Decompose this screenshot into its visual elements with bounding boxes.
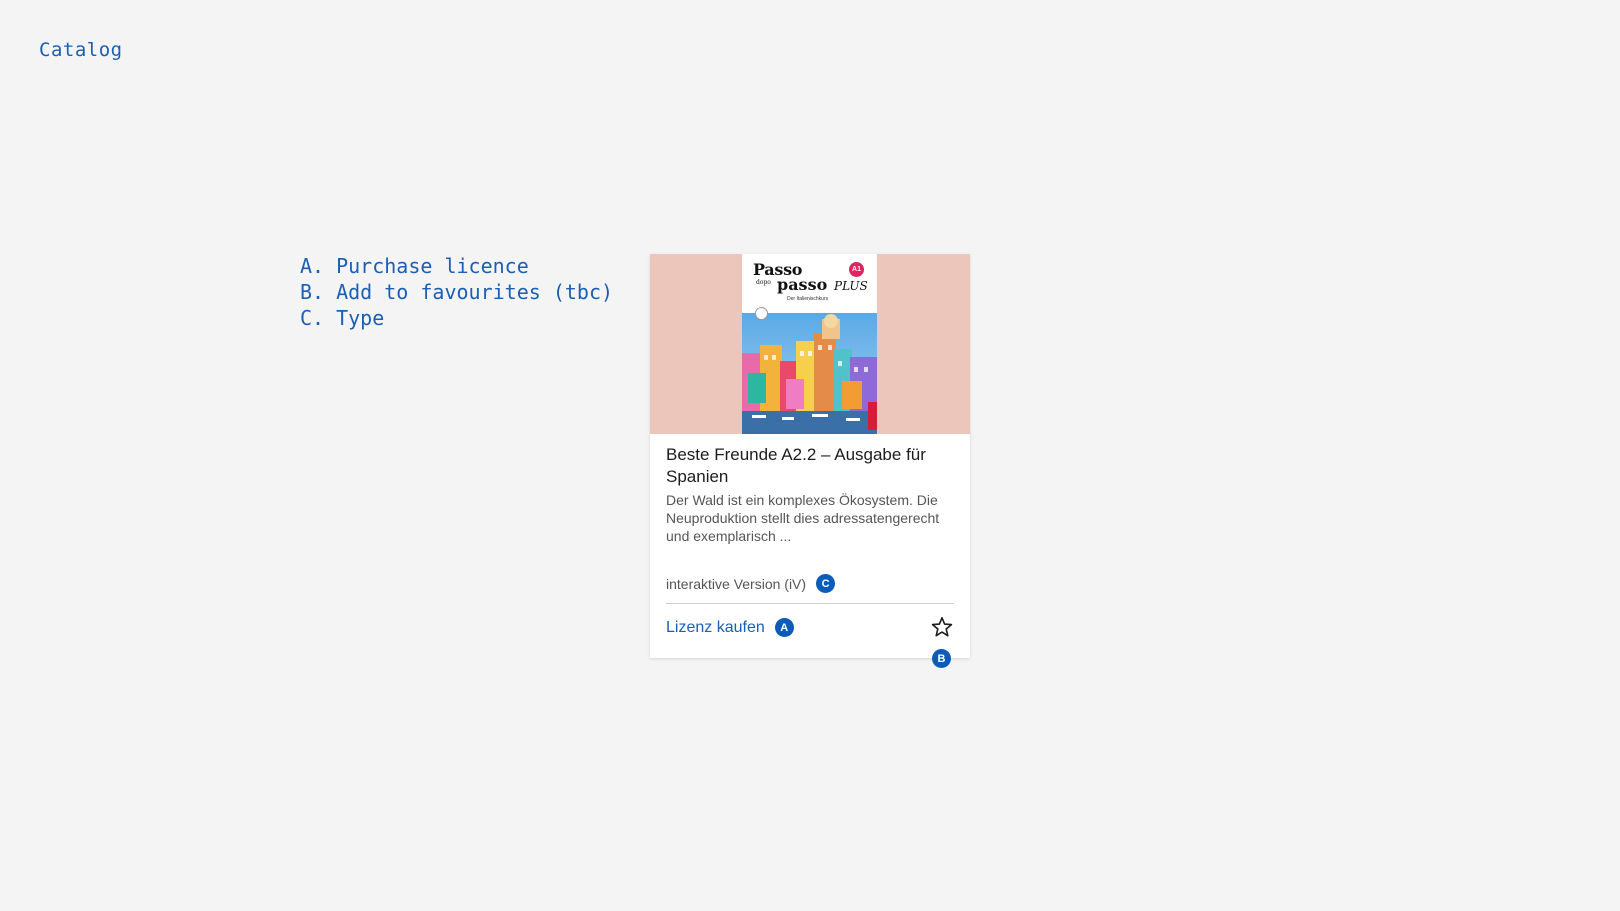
legend-text: Purchase licence [336,254,529,278]
annotation-marker-b: B [932,649,951,668]
annotation-marker-c: C [816,574,836,593]
cover-subtitle: Der Italienischkurs [787,296,829,302]
page-title: Catalog [39,39,123,61]
cover-edition: PLUS [834,279,868,293]
cover-icon [755,307,768,320]
legend-item-b: B. Add to favourites (tbc) [300,279,613,305]
add-to-favourites-button[interactable] [929,614,955,640]
purchase-licence-label: Lizenz kaufen [666,618,765,636]
legend-item-a: A. Purchase licence [300,253,613,279]
type-label: interaktive Version (iV) [666,575,807,592]
annotation-legend: A. Purchase licence B. Add to favourites (… [300,253,613,331]
cover-title: passo [777,275,828,294]
cover-title-small: dopo [756,279,771,286]
publisher-logo [868,402,877,430]
legend-marker: B. [300,280,325,304]
cover-level-badge: A1 [849,262,864,277]
cover-header: Passo dopo passo PLUS Der Italienischkur… [742,254,877,313]
product-type: interaktive Version (iV) C [666,574,836,593]
legend-marker: C. [300,306,325,330]
card-body: Beste Freunde A2.2 – Ausgabe für Spanien… [650,434,970,545]
legend-item-c: C. Type [300,305,613,331]
card-title[interactable]: Beste Freunde A2.2 – Ausgabe für Spanien [666,444,946,488]
star-outline-icon [931,617,953,637]
legend-text: Add to favourites (tbc) [336,280,614,304]
card-description: Der Wald ist ein komplexes Ökosystem. Di… [666,492,940,544]
cover-photo [742,313,877,434]
annotation-marker-a: A [774,618,794,637]
legend-text: Type [336,306,385,330]
divider [666,603,954,604]
product-card[interactable]: Passo dopo passo PLUS Der Italienischkur… [650,254,970,668]
purchase-licence-link[interactable]: Lizenz kaufen A [666,618,794,637]
card-media[interactable]: Passo dopo passo PLUS Der Italienischkur… [650,254,970,434]
book-cover-image: Passo dopo passo PLUS Der Italienischkur… [742,254,877,434]
legend-marker: A. [300,254,325,278]
